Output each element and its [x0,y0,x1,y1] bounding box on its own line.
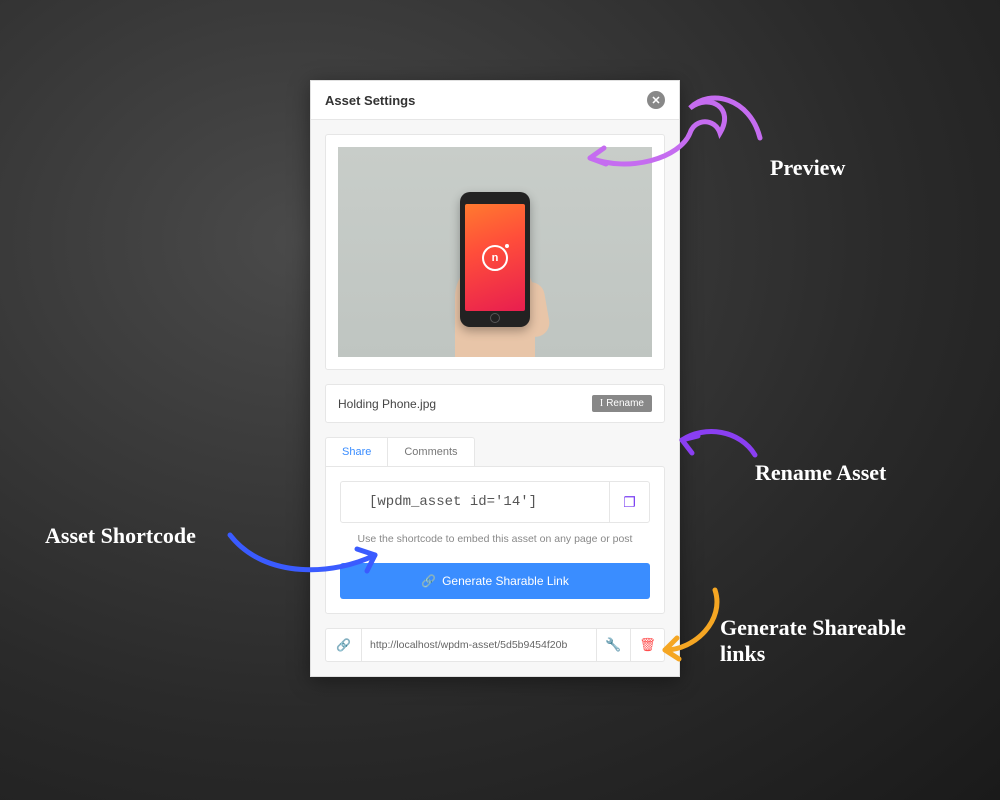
shortcode-text[interactable]: [wpdm_asset id='14'] [341,482,609,522]
asset-preview-image: n [338,147,652,357]
phone-screen: n [465,204,525,311]
annotation-generate: Generate Shareable links [720,615,950,668]
tab-share[interactable]: Share [326,438,388,466]
link-icon: 🔗 [326,629,362,661]
shortcode-helper: Use the shortcode to embed this asset on… [340,533,650,549]
arrow-rename [670,420,770,475]
filename-text: Holding Phone.jpg [338,397,436,411]
annotation-rename: Rename Asset [755,460,886,486]
preview-card: n [325,134,665,370]
generate-link-button[interactable]: 🔗 Generate Sharable Link [340,563,650,599]
annotation-preview: Preview [770,155,845,181]
generate-label: Generate Sharable Link [442,574,569,588]
tab-comments[interactable]: Comments [388,438,473,466]
panel-title: Asset Settings [325,93,415,108]
close-icon[interactable]: ✕ [647,91,665,109]
wrench-icon[interactable]: 🔧 [596,629,630,661]
rename-button[interactable]: I Rename [592,395,652,412]
panel-body: n Holding Phone.jpg I Rename Share Comme… [311,120,679,676]
panel-header: Asset Settings ✕ [311,81,679,120]
shortcode-box: [wpdm_asset id='14'] ❐ [340,481,650,523]
copy-icon[interactable]: ❐ [609,482,649,522]
existing-link-row: 🔗 http://localhost/wpdm-asset/5d5b9454f2… [325,628,665,662]
home-button-icon [490,313,500,323]
text-cursor-icon: I [600,398,603,409]
link-url[interactable]: http://localhost/wpdm-asset/5d5b9454f20b [362,629,596,661]
link-icon: 🔗 [421,574,436,588]
filename-card: Holding Phone.jpg I Rename [325,384,665,423]
share-tab-body: [wpdm_asset id='14'] ❐ Use the shortcode… [325,466,665,614]
trash-icon[interactable]: 🗑 [630,629,664,661]
asset-settings-panel: Asset Settings ✕ n Holding Phone.jpg [310,80,680,677]
rename-label: Rename [606,398,644,409]
phone-logo-icon: n [482,245,508,271]
filename-row: Holding Phone.jpg I Rename [326,385,664,422]
phone-graphic: n [460,192,530,327]
tabs: Share Comments [325,437,475,466]
annotation-shortcode: Asset Shortcode [45,523,196,549]
